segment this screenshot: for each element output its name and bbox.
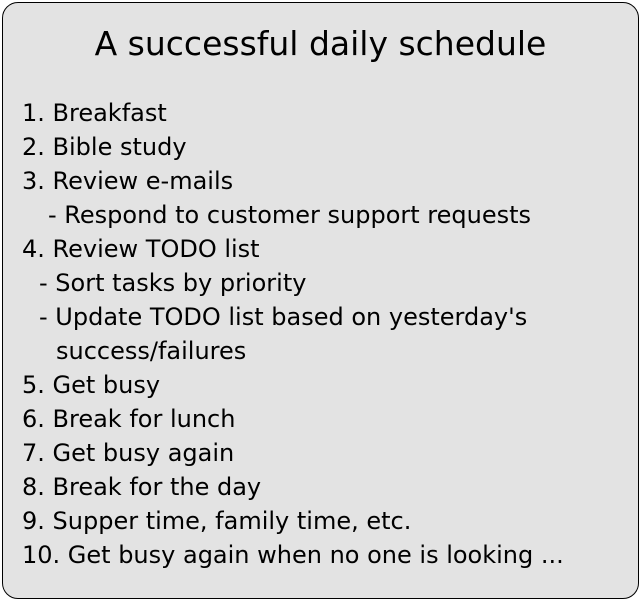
schedule-card: A successful daily schedule 1. Breakfast… (2, 2, 639, 599)
list-item: 1. Breakfast (22, 99, 167, 127)
list-item: 9. Supper time, family time, etc. (22, 507, 412, 535)
list-item: 8. Break for the day (22, 473, 262, 501)
list-item: 2. Bible study (22, 133, 187, 161)
list-subitem: - Update TODO list based on yesterday's (39, 303, 528, 331)
list-item: 7. Get busy again (22, 439, 235, 467)
list-item: 3. Review e-mails (22, 167, 234, 195)
schedule-title: A successful daily schedule (94, 24, 547, 63)
list-subitem-continuation: success/failures (56, 337, 247, 365)
list-subitem: - Respond to customer support requests (48, 201, 532, 229)
list-item: 6. Break for lunch (22, 405, 236, 433)
list-item: 10. Get busy again when no one is lookin… (22, 541, 564, 569)
list-item: 4. Review TODO list (22, 235, 260, 263)
schedule-list: 1. Breakfast 2. Bible study 3. Review e-… (22, 96, 564, 572)
list-item: 5. Get busy (22, 371, 161, 399)
list-subitem: - Sort tasks by priority (39, 269, 307, 297)
